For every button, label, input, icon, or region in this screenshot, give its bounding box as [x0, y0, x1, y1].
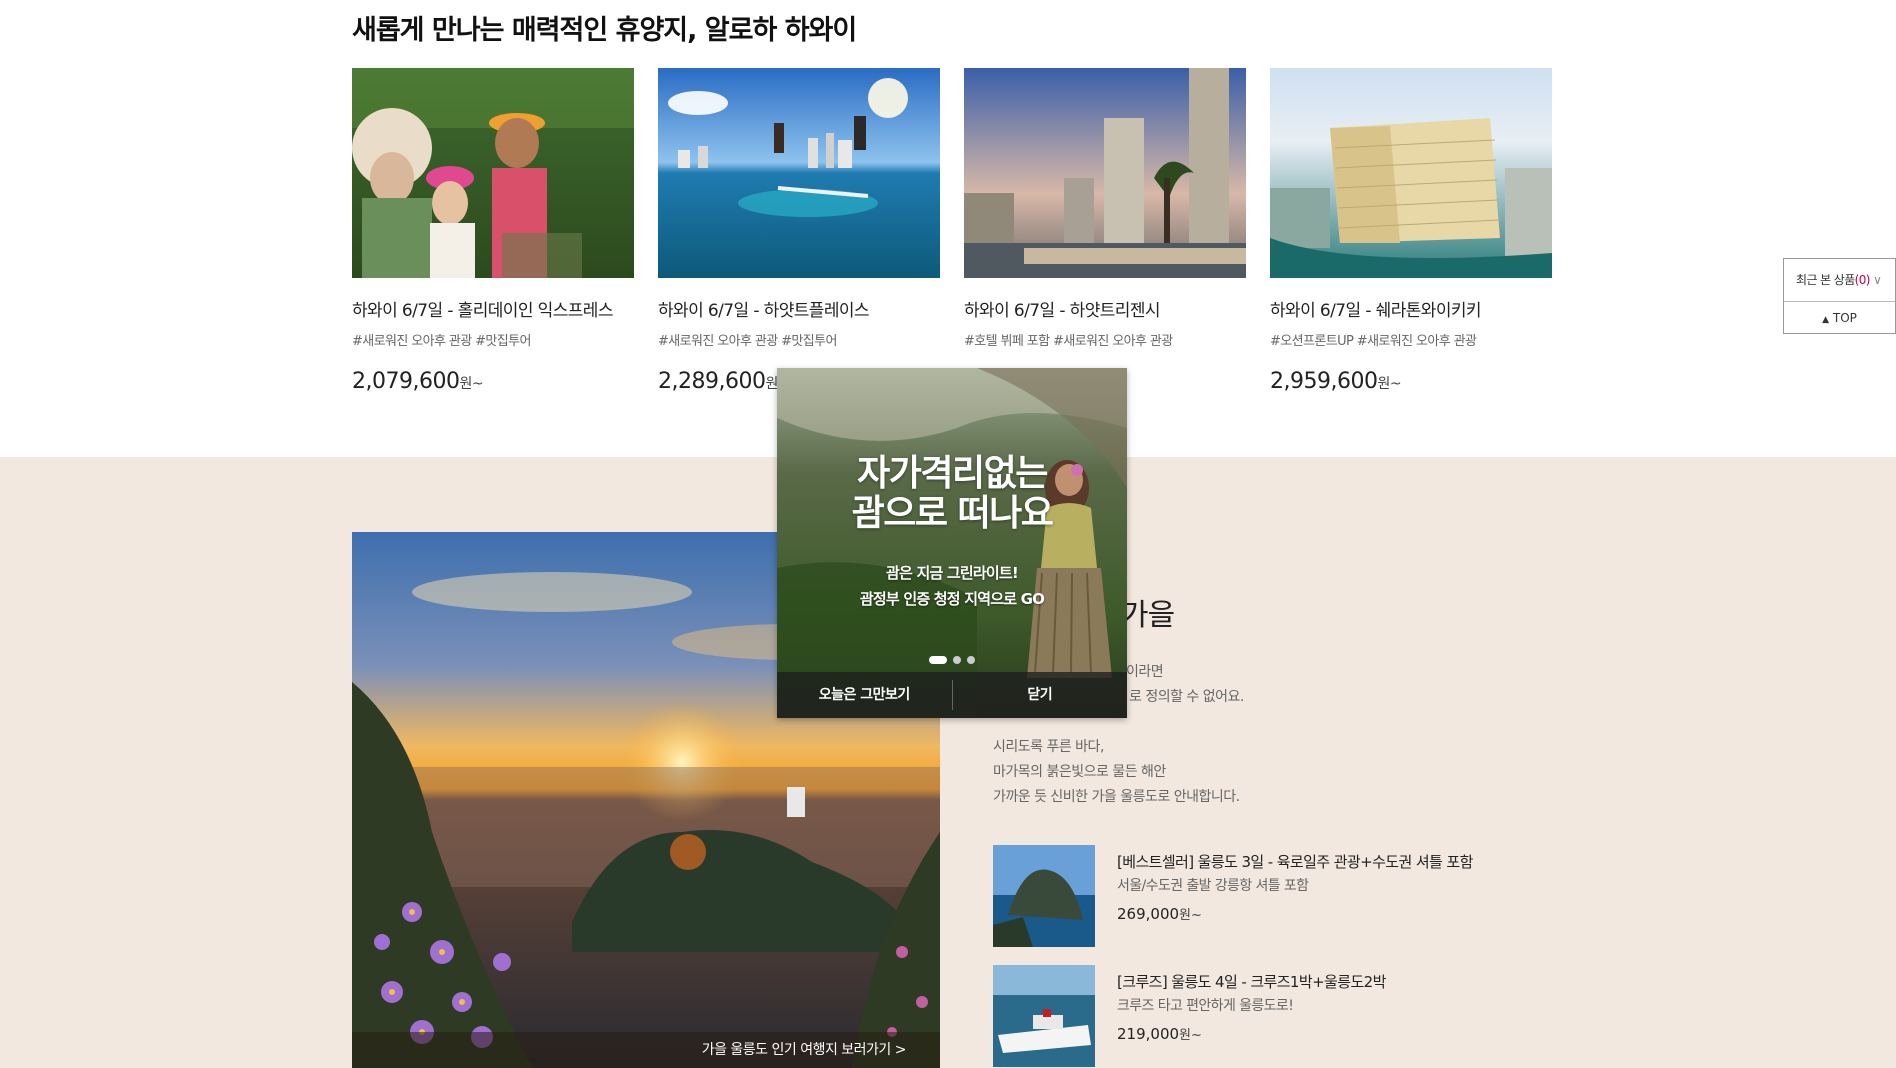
price-unit: 원~: [1179, 908, 1202, 923]
arrow-up-icon: ▲: [1822, 315, 1830, 325]
popup-headline-line: 자가격리없는: [857, 453, 1048, 494]
product-tags: #오션프론트UP #새로워진 오아후 관광: [1270, 334, 1477, 349]
product-name[interactable]: [크루즈] 울릉도 4일 - 크루즈1박+울릉도2박: [1117, 971, 1386, 992]
product-name[interactable]: 하와이 6/7일 - 쉐라톤와이키키: [1270, 296, 1552, 321]
product-tags: #호텔 뷔페 포함 #새로워진 오아후 관광: [964, 334, 1173, 349]
product-name[interactable]: 하와이 6/7일 - 하얏트리젠시: [964, 296, 1246, 321]
popup-button-bar: 오늘은 그만보기 닫기: [777, 672, 1127, 718]
ulleung-body-line: 시리도록 푸른 바다,: [993, 739, 1104, 755]
product-name[interactable]: [베스트셀러] 울릉도 3일 - 육로일주 관광+수도권 셔틀 포함: [1117, 851, 1473, 872]
price-value: 2,289,600: [658, 369, 766, 394]
product-name[interactable]: 하와이 6/7일 - 하얏트플레이스: [658, 296, 940, 321]
product-price: 2,079,600원~: [352, 369, 634, 394]
guam-promo-popup: 자가격리없는 괌으로 떠나요 괌은 지금 그린라이트! 괌정부 인증 청정 지역…: [777, 368, 1127, 718]
product-price: 219,000원~: [1117, 1024, 1202, 1043]
section-title: 새롭게 만나는 매력적인 휴양지, 알로하 하와이: [352, 15, 857, 46]
dont-show-today-button[interactable]: 오늘은 그만보기: [777, 672, 952, 718]
popup-subtext: 괌은 지금 그린라이트! 괌정부 인증 청정 지역으로 GO: [777, 560, 1127, 612]
price-value: 219,000: [1117, 1025, 1180, 1043]
product-thumbnail[interactable]: [993, 965, 1095, 1067]
recent-viewed-count: (0): [1854, 273, 1871, 287]
chevron-down-icon: ∨: [1873, 273, 1882, 287]
close-button[interactable]: 닫기: [953, 672, 1128, 718]
ulleung-body-line: 마가목의 붉은빛으로 물든 해안: [993, 764, 1166, 780]
price-unit: 원~: [1377, 376, 1402, 392]
product-card-hyatt-place[interactable]: 하와이 6/7일 - 하얏트플레이스 #새로워진 오아후 관광 #맛집투어 2,…: [658, 68, 940, 394]
popup-subtext-line: 괌은 지금 그린라이트!: [886, 564, 1019, 582]
price-value: 269,000: [1117, 905, 1180, 923]
ulleung-popular-link[interactable]: 가을 울릉도 인기 여행지 보러가기 >: [352, 1032, 940, 1068]
popup-subtext-line: 괌정부 인증 청정 지역으로 GO: [859, 590, 1045, 608]
carousel-indicators: [777, 649, 1127, 668]
price-value: 2,079,600: [352, 369, 460, 394]
popup-headline-line: 괌으로 떠나요: [851, 493, 1054, 534]
recent-viewed-widget: 최근 본 상품(0) ∨ ▲ TOP: [1783, 258, 1896, 334]
popup-headline: 자가격리없는 괌으로 떠나요: [777, 454, 1127, 534]
scroll-top-button[interactable]: ▲ TOP: [1784, 302, 1895, 334]
carousel-dot[interactable]: [967, 655, 975, 664]
price-unit: 원~: [1179, 1028, 1202, 1043]
product-card-hyatt-regency[interactable]: 하와이 6/7일 - 하얏트리젠시 #호텔 뷔페 포함 #새로워진 오아후 관광: [964, 68, 1246, 369]
intro-visible-text: 로 정의할 수 없어요.: [1129, 689, 1244, 705]
product-card-holiday-inn[interactable]: 하와이 6/7일 - 홀리데이인 익스프레스 #새로워진 오아후 관광 #맛집투…: [352, 68, 634, 394]
intro-visible-text: 이라면: [1126, 664, 1164, 680]
product-name[interactable]: 하와이 6/7일 - 홀리데이인 익스프레스: [352, 296, 634, 321]
product-tags: #새로워진 오아후 관광 #맛집투어: [658, 334, 837, 349]
product-thumbnail[interactable]: [993, 845, 1095, 947]
recent-viewed-toggle[interactable]: 최근 본 상품(0) ∨: [1784, 259, 1895, 302]
product-image[interactable]: [964, 68, 1246, 278]
product-image[interactable]: [352, 68, 634, 278]
ulleung-body-line: 가까운 듯 신비한 가을 울릉도로 안내합니다.: [993, 789, 1240, 805]
carousel-dot[interactable]: [953, 655, 961, 664]
product-desc: 서울/수도권 출발 강릉항 셔틀 포함: [1117, 878, 1309, 894]
product-image[interactable]: [658, 68, 940, 278]
heading-visible-text: 가을: [1121, 598, 1175, 633]
price-value: 2,959,600: [1270, 369, 1378, 394]
product-desc: 크루즈 타고 편안하게 울릉도로!: [1117, 998, 1294, 1014]
recent-viewed-label: 최근 본 상품: [1796, 273, 1855, 287]
product-card-sheraton-waikiki[interactable]: 하와이 6/7일 - 쉐라톤와이키키 #오션프론트UP #새로워진 오아후 관광…: [1270, 68, 1552, 394]
scroll-top-label: TOP: [1832, 311, 1857, 325]
product-image[interactable]: [1270, 68, 1552, 278]
product-price: 269,000원~: [1117, 904, 1202, 923]
carousel-dot[interactable]: [929, 655, 947, 664]
product-price: 2,959,600원~: [1270, 369, 1552, 394]
price-unit: 원~: [459, 376, 484, 392]
product-tags: #새로워진 오아후 관광 #맛집투어: [352, 334, 531, 349]
